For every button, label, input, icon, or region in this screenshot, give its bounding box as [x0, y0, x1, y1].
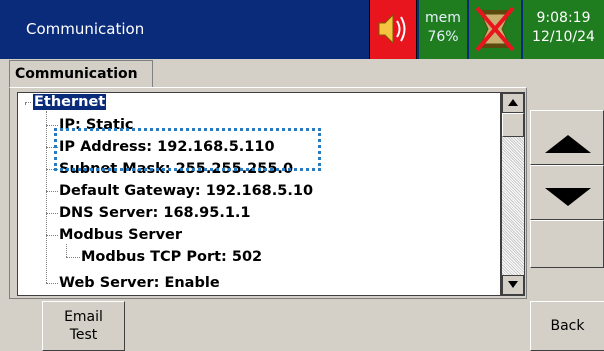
tree-connector [46, 191, 58, 192]
scroll-up-button[interactable] [502, 93, 524, 113]
tree-connector [66, 257, 80, 258]
scroll-down-button[interactable] [502, 275, 524, 295]
highlight-annotation [54, 128, 321, 171]
back-button[interactable]: Back [530, 301, 604, 351]
memory-label: mem [425, 10, 461, 26]
memory-value: 76% [427, 29, 459, 45]
email-test-label-line1: Email [64, 309, 103, 325]
arrow-up-icon [545, 135, 591, 153]
tree-connector [46, 235, 58, 236]
settings-tree[interactable]: Ethernet IP: Static IP Address: 192.168.… [17, 92, 501, 296]
page-up-button[interactable] [530, 110, 604, 165]
network-indicator [469, 0, 521, 59]
clock: 9:08:19 12/10/24 [523, 0, 604, 59]
email-test-button[interactable]: Email Test [42, 301, 125, 351]
alarm-indicator[interactable] [369, 0, 417, 59]
clock-time: 9:08:19 [536, 10, 591, 26]
clock-date: 12/10/24 [532, 29, 595, 45]
blank-side-button[interactable] [530, 220, 604, 268]
email-test-label-line2: Test [69, 327, 98, 343]
tree-node-label: Ethernet [31, 93, 108, 111]
tree-connector [46, 213, 58, 214]
tree-connector [46, 125, 58, 126]
network-disconnected-icon [475, 6, 515, 52]
tree-node-ethernet[interactable]: Ethernet [31, 93, 108, 111]
tab-communication[interactable]: Communication [9, 60, 153, 88]
speaker-icon [378, 13, 406, 45]
scroll-thumb[interactable] [502, 113, 524, 137]
tree-node-dns-server[interactable]: DNS Server: 168.95.1.1 [59, 204, 251, 222]
arrow-down-icon [545, 188, 591, 206]
tree-connector [66, 244, 67, 257]
tree-connector [46, 111, 47, 283]
tree-connector [46, 283, 58, 284]
page-down-button[interactable] [530, 165, 604, 220]
tree-connector [25, 102, 33, 103]
memory-indicator: mem 76% [419, 0, 467, 59]
tree-node-modbus-server[interactable]: Modbus Server [59, 226, 182, 244]
tree-node-default-gateway[interactable]: Default Gateway: 192.168.5.10 [59, 182, 313, 200]
tree-node-web-server[interactable]: Web Server: Enable [59, 274, 220, 292]
tree-node-modbus-tcp-port[interactable]: Modbus TCP Port: 502 [81, 248, 262, 266]
title-bar: Communication mem 76% 9:08:19 12/10/24 [0, 0, 604, 59]
page-title: Communication [26, 20, 145, 38]
scroll-up-icon [508, 99, 518, 106]
scroll-down-icon [508, 281, 518, 288]
tree-scrollbar[interactable] [501, 92, 525, 296]
